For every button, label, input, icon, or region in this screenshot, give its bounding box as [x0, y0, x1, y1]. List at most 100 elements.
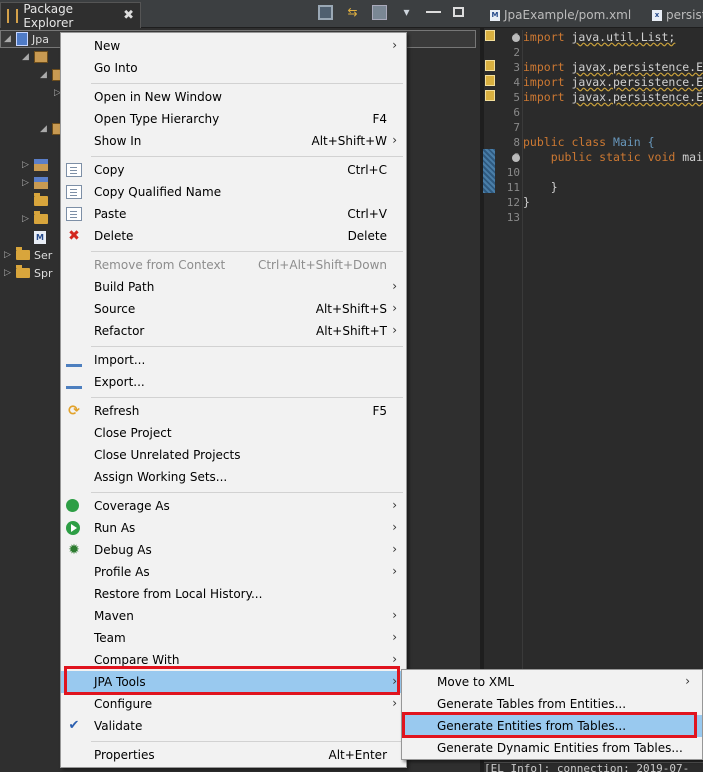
debug-icon: ✹ [68, 542, 80, 558]
warning-icon[interactable] [485, 60, 495, 71]
filter-icon[interactable] [372, 5, 387, 20]
submenu-arrow-icon: › [392, 542, 397, 556]
view-divider[interactable] [480, 28, 484, 772]
menu-item-shortcut: Ctrl+V [347, 207, 387, 221]
collapse-arrow-icon[interactable]: ▷ [22, 214, 30, 224]
menu-item-profile-as[interactable]: Profile As › [61, 561, 406, 583]
menu-item-refresh[interactable]: ⟳ Refresh F5 [61, 400, 406, 422]
menu-item-refactor[interactable]: Refactor Alt+Shift+T › [61, 320, 406, 342]
tree-item[interactable]: ▷ [22, 210, 48, 228]
close-icon[interactable]: ✖ [123, 8, 134, 23]
tree-item[interactable] [22, 192, 48, 210]
line-number: 6 [513, 106, 520, 119]
tab-label: persist [666, 8, 703, 22]
menu-item-go-into[interactable]: Go Into [61, 57, 406, 79]
menu-item-close-unrelated-projects[interactable]: Close Unrelated Projects [61, 444, 406, 466]
menu-item-export[interactable]: Export... [61, 371, 406, 393]
menu-item-debug-as[interactable]: ✹ Debug As › [61, 539, 406, 561]
menu-item-label: Source [94, 302, 136, 316]
tab-package-explorer[interactable]: Package Explorer ✖ [0, 2, 141, 30]
menu-separator [91, 156, 403, 157]
menu-item-open-type-hierarchy[interactable]: Open Type Hierarchy F4 [61, 108, 406, 130]
line-number: 10 [506, 166, 520, 179]
menu-item-shortcut: F5 [372, 404, 387, 418]
menu-item-validate[interactable]: ✔ Validate [61, 715, 406, 737]
menu-item-build-path[interactable]: Build Path › [61, 276, 406, 298]
menu-item-label: Refresh [94, 404, 140, 418]
menu-item-label: Profile As [94, 565, 150, 579]
submenu-item-generate-dynamic-entities-from-tables[interactable]: Generate Dynamic Entities from Tables... [402, 737, 702, 759]
folder-icon [16, 247, 30, 260]
menu-item-new[interactable]: New › [61, 35, 406, 57]
annotation-highlight-generate-entities [402, 712, 697, 738]
menu-item-delete[interactable]: ✖ Delete Delete [61, 225, 406, 247]
menu-item-assign-working-sets[interactable]: Assign Working Sets... [61, 466, 406, 488]
tree-item[interactable]: M [22, 228, 46, 246]
expand-arrow-icon[interactable]: ◢ [4, 34, 12, 44]
code-text: mai [682, 150, 703, 164]
tree-item[interactable]: ▷ [22, 156, 48, 174]
line-number: 5 [513, 91, 520, 104]
collapse-arrow-icon[interactable]: ▷ [4, 268, 12, 278]
collapse-arrow-icon[interactable]: ▷ [4, 250, 12, 260]
tree-item[interactable]: ◢ [22, 48, 48, 66]
warning-icon[interactable] [485, 30, 495, 41]
submenu-arrow-icon: › [685, 674, 690, 688]
menu-item-configure[interactable]: Configure › [61, 693, 406, 715]
collapse-arrow-icon[interactable]: ▷ [22, 178, 30, 188]
submenu-arrow-icon: › [392, 608, 397, 622]
menu-item-close-project[interactable]: Close Project [61, 422, 406, 444]
code-keyword: import [523, 30, 572, 44]
link-with-editor-icon[interactable]: ⇆ [345, 5, 360, 20]
line-number: 2 [513, 46, 520, 59]
submenu-item-label: Generate Tables from Entities... [437, 697, 627, 711]
view-toolbar: ⇆ ▾ [318, 5, 464, 20]
export-icon [66, 375, 82, 389]
menu-item-label: Team [94, 631, 126, 645]
project-icon [16, 32, 28, 46]
submenu-item-move-to-xml[interactable]: Move to XML › [402, 671, 702, 693]
fold-collapse-icon[interactable] [512, 34, 520, 42]
menu-item-paste[interactable]: Paste Ctrl+V [61, 203, 406, 225]
tree-item[interactable]: ▷ Spr [4, 264, 53, 282]
import-icon [66, 353, 82, 367]
code-text: javax.persistence.E [571, 75, 703, 89]
menu-item-coverage-as[interactable]: Coverage As › [61, 495, 406, 517]
menu-item-source[interactable]: Source Alt+Shift+S › [61, 298, 406, 320]
menu-item-restore-from-local-history[interactable]: Restore from Local History... [61, 583, 406, 605]
menu-item-label: Configure [94, 697, 153, 711]
tree-item[interactable]: ▷ Ser [4, 246, 52, 264]
annotation-highlight-jpa-tools [64, 666, 400, 695]
menu-item-team[interactable]: Team › [61, 627, 406, 649]
tab-persistence-xml[interactable]: x persist [652, 4, 703, 26]
code-text-area[interactable]: import java.util.List; import javax.persi… [522, 30, 703, 772]
menu-item-open-in-new-window[interactable]: Open in New Window [61, 86, 406, 108]
expand-arrow-icon[interactable]: ◢ [40, 124, 48, 134]
occurrence-marker [483, 149, 495, 193]
menu-item-shortcut: Ctrl+Alt+Shift+Down [257, 258, 387, 272]
menu-item-copy-qualified-name[interactable]: Copy Qualified Name [61, 181, 406, 203]
menu-item-show-in[interactable]: Show In Alt+Shift+W › [61, 130, 406, 152]
warning-icon[interactable] [485, 75, 495, 86]
collapse-all-icon[interactable] [318, 5, 333, 20]
collapse-arrow-icon[interactable]: ▷ [22, 160, 30, 170]
menu-item-maven[interactable]: Maven › [61, 605, 406, 627]
fold-collapse-icon[interactable] [512, 154, 520, 162]
tab-pom-xml[interactable]: M JpaExample/pom.xml [490, 4, 631, 26]
menu-item-label: Build Path [94, 280, 155, 294]
menu-item-label: Paste [94, 207, 127, 221]
tree-item[interactable]: ▷ [22, 174, 48, 192]
view-menu-icon[interactable]: ▾ [399, 5, 414, 20]
menu-item-copy[interactable]: Copy Ctrl+C [61, 159, 406, 181]
warning-icon[interactable] [485, 90, 495, 101]
tree-item-project[interactable]: ◢ Jpa [4, 30, 49, 48]
line-number: 3 [513, 61, 520, 74]
minimize-icon[interactable] [426, 5, 441, 13]
expand-arrow-icon[interactable]: ◢ [22, 52, 30, 62]
menu-item-properties[interactable]: Properties Alt+Enter [61, 744, 406, 766]
menu-item-run-as[interactable]: Run As › [61, 517, 406, 539]
menu-item-import[interactable]: Import... [61, 349, 406, 371]
expand-arrow-icon[interactable]: ◢ [40, 70, 48, 80]
console-output: [EL Info]: connection: 2019-07- [484, 762, 703, 772]
maximize-icon[interactable] [453, 7, 464, 17]
